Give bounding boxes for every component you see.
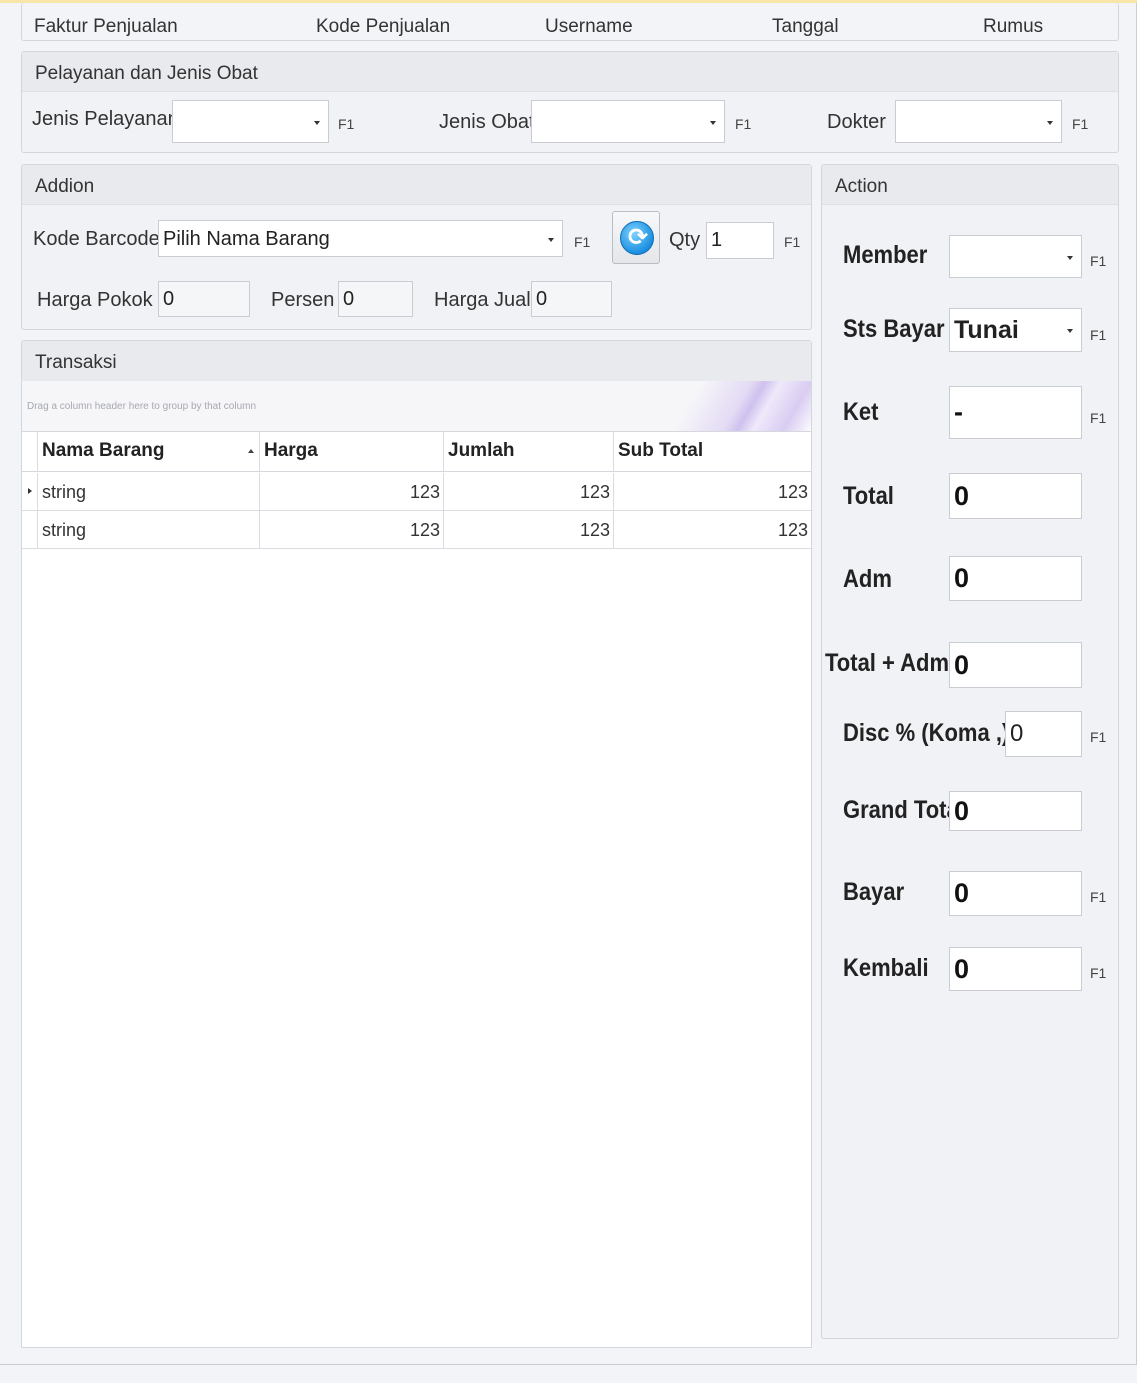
grand-total-input[interactable]: 0: [949, 791, 1082, 831]
refresh-button[interactable]: [612, 211, 660, 264]
row-indicator: [22, 473, 38, 510]
sts-bayar-value: Tunai: [954, 316, 1019, 344]
bayar-label: Bayar: [843, 878, 905, 906]
member-combo[interactable]: [949, 235, 1082, 278]
transaksi-panel: Transaksi: [21, 340, 812, 383]
dokter-hotkey: F1: [1072, 116, 1089, 132]
disc-hotkey: F1: [1090, 729, 1107, 745]
cell-harga[interactable]: 123: [260, 511, 444, 548]
sts-bayar-combo[interactable]: Tunai: [949, 308, 1082, 352]
current-row-icon: [28, 488, 32, 494]
ket-label: Ket: [843, 398, 879, 426]
jenis-obat-combo[interactable]: [531, 100, 725, 143]
addion-panel-header: Addion: [22, 165, 811, 205]
bayar-input[interactable]: 0: [949, 871, 1082, 916]
header-indicator: [22, 432, 38, 471]
cell-jumlah[interactable]: 123: [444, 511, 614, 548]
dokter-combo[interactable]: [895, 100, 1062, 143]
chevron-down-icon[interactable]: [1047, 120, 1053, 125]
refresh-icon: [620, 221, 655, 255]
qty-hotkey: F1: [784, 234, 801, 250]
chevron-down-icon[interactable]: [1067, 255, 1073, 260]
ket-hotkey: F1: [1090, 410, 1107, 426]
pelayanan-panel-header: Pelayanan dan Jenis Obat: [22, 52, 1118, 92]
addion-title: Addion: [35, 176, 95, 197]
harga-jual-input[interactable]: 0: [531, 281, 612, 317]
harga-pokok-label: Harga Pokok: [37, 289, 153, 311]
harga-pokok-input[interactable]: 0: [158, 281, 250, 317]
jenis-pelayanan-hotkey: F1: [338, 116, 355, 132]
table-row[interactable]: string 123 123 123: [22, 511, 811, 549]
sort-ascending-icon: [248, 449, 254, 453]
column-header-harga[interactable]: Harga: [260, 432, 444, 471]
column-header-nama-barang[interactable]: Nama Barang: [38, 432, 260, 471]
adm-label: Adm: [843, 565, 892, 593]
transaksi-title: Transaksi: [35, 352, 117, 373]
faktur-label: Faktur Penjualan: [34, 16, 178, 37]
persen-label: Persen: [271, 289, 335, 311]
group-hint: Drag a column header here to group by th…: [27, 401, 257, 412]
jenis-pelayanan-combo[interactable]: [172, 100, 329, 143]
member-label: Member: [843, 241, 928, 269]
chevron-down-icon[interactable]: [710, 120, 716, 125]
transaksi-panel-header: Transaksi: [22, 341, 811, 383]
ket-input[interactable]: -: [949, 386, 1082, 439]
chevron-down-icon[interactable]: [1067, 329, 1073, 333]
qty-label: Qty: [669, 229, 701, 251]
row-indicator: [22, 511, 38, 548]
grand-total-label: Grand Total: [843, 796, 965, 824]
total-adm-input[interactable]: 0: [949, 642, 1082, 688]
jenis-pelayanan-label: Jenis Pelayanan: [32, 108, 179, 130]
kembali-hotkey: F1: [1090, 965, 1107, 981]
cell-sub-total[interactable]: 123: [614, 511, 811, 548]
member-hotkey: F1: [1090, 253, 1107, 269]
group-panel-decoration: [642, 381, 811, 431]
total-label: Total: [843, 482, 894, 510]
cell-nama-barang[interactable]: string: [38, 473, 260, 510]
rumus-label: Rumus: [983, 16, 1044, 37]
group-panel[interactable]: Drag a column header here to group by th…: [22, 381, 811, 432]
barang-hotkey: F1: [574, 234, 591, 250]
cell-nama-barang[interactable]: string: [38, 511, 260, 548]
column-header-sub-total[interactable]: Sub Total: [614, 432, 811, 471]
chevron-down-icon[interactable]: [314, 120, 320, 125]
kembali-input[interactable]: 0: [949, 947, 1082, 991]
chevron-down-icon[interactable]: [548, 237, 554, 242]
action-title: Action: [835, 176, 888, 197]
sts-bayar-hotkey: F1: [1090, 327, 1107, 343]
column-header-jumlah[interactable]: Jumlah: [444, 432, 614, 471]
kembali-label: Kembali: [843, 954, 929, 982]
cell-sub-total[interactable]: 123: [614, 473, 811, 510]
bayar-hotkey: F1: [1090, 889, 1107, 905]
barang-combo[interactable]: Pilih Nama Barang: [158, 220, 563, 257]
persen-input[interactable]: 0: [338, 281, 413, 317]
disc-input[interactable]: 0: [1005, 711, 1082, 757]
adm-input[interactable]: 0: [949, 556, 1082, 601]
total-adm-label: Total + Adm: [825, 649, 950, 677]
dokter-label: Dokter: [827, 111, 886, 133]
qty-input[interactable]: 1: [706, 222, 774, 259]
kode-barcode-label: Kode Barcode: [33, 228, 160, 250]
total-input[interactable]: 0: [949, 473, 1082, 519]
jenis-obat-hotkey: F1: [735, 116, 752, 132]
pelayanan-title: Pelayanan dan Jenis Obat: [35, 63, 258, 84]
kode-penjualan-label: Kode Penjualan: [316, 16, 451, 37]
table-row[interactable]: string 123 123 123: [22, 473, 811, 511]
cell-jumlah[interactable]: 123: [444, 473, 614, 510]
disc-label: Disc % (Koma ,): [843, 719, 1010, 747]
transaksi-grid[interactable]: Drag a column header here to group by th…: [21, 381, 812, 1348]
barang-value: Pilih Nama Barang: [163, 228, 330, 250]
action-panel-header: Action: [822, 165, 1118, 205]
sts-bayar-label: Sts Bayar: [843, 315, 945, 343]
harga-jual-label: Harga Jual: [434, 289, 531, 311]
username-label: Username: [545, 16, 633, 37]
grid-header: Nama Barang Harga Jumlah Sub Total: [22, 432, 811, 472]
tanggal-label: Tanggal: [772, 16, 839, 37]
header-panel: Faktur Penjualan Kode Penjualan Username…: [21, 3, 1119, 41]
jenis-obat-label: Jenis Obat: [439, 111, 535, 133]
cell-harga[interactable]: 123: [260, 473, 444, 510]
